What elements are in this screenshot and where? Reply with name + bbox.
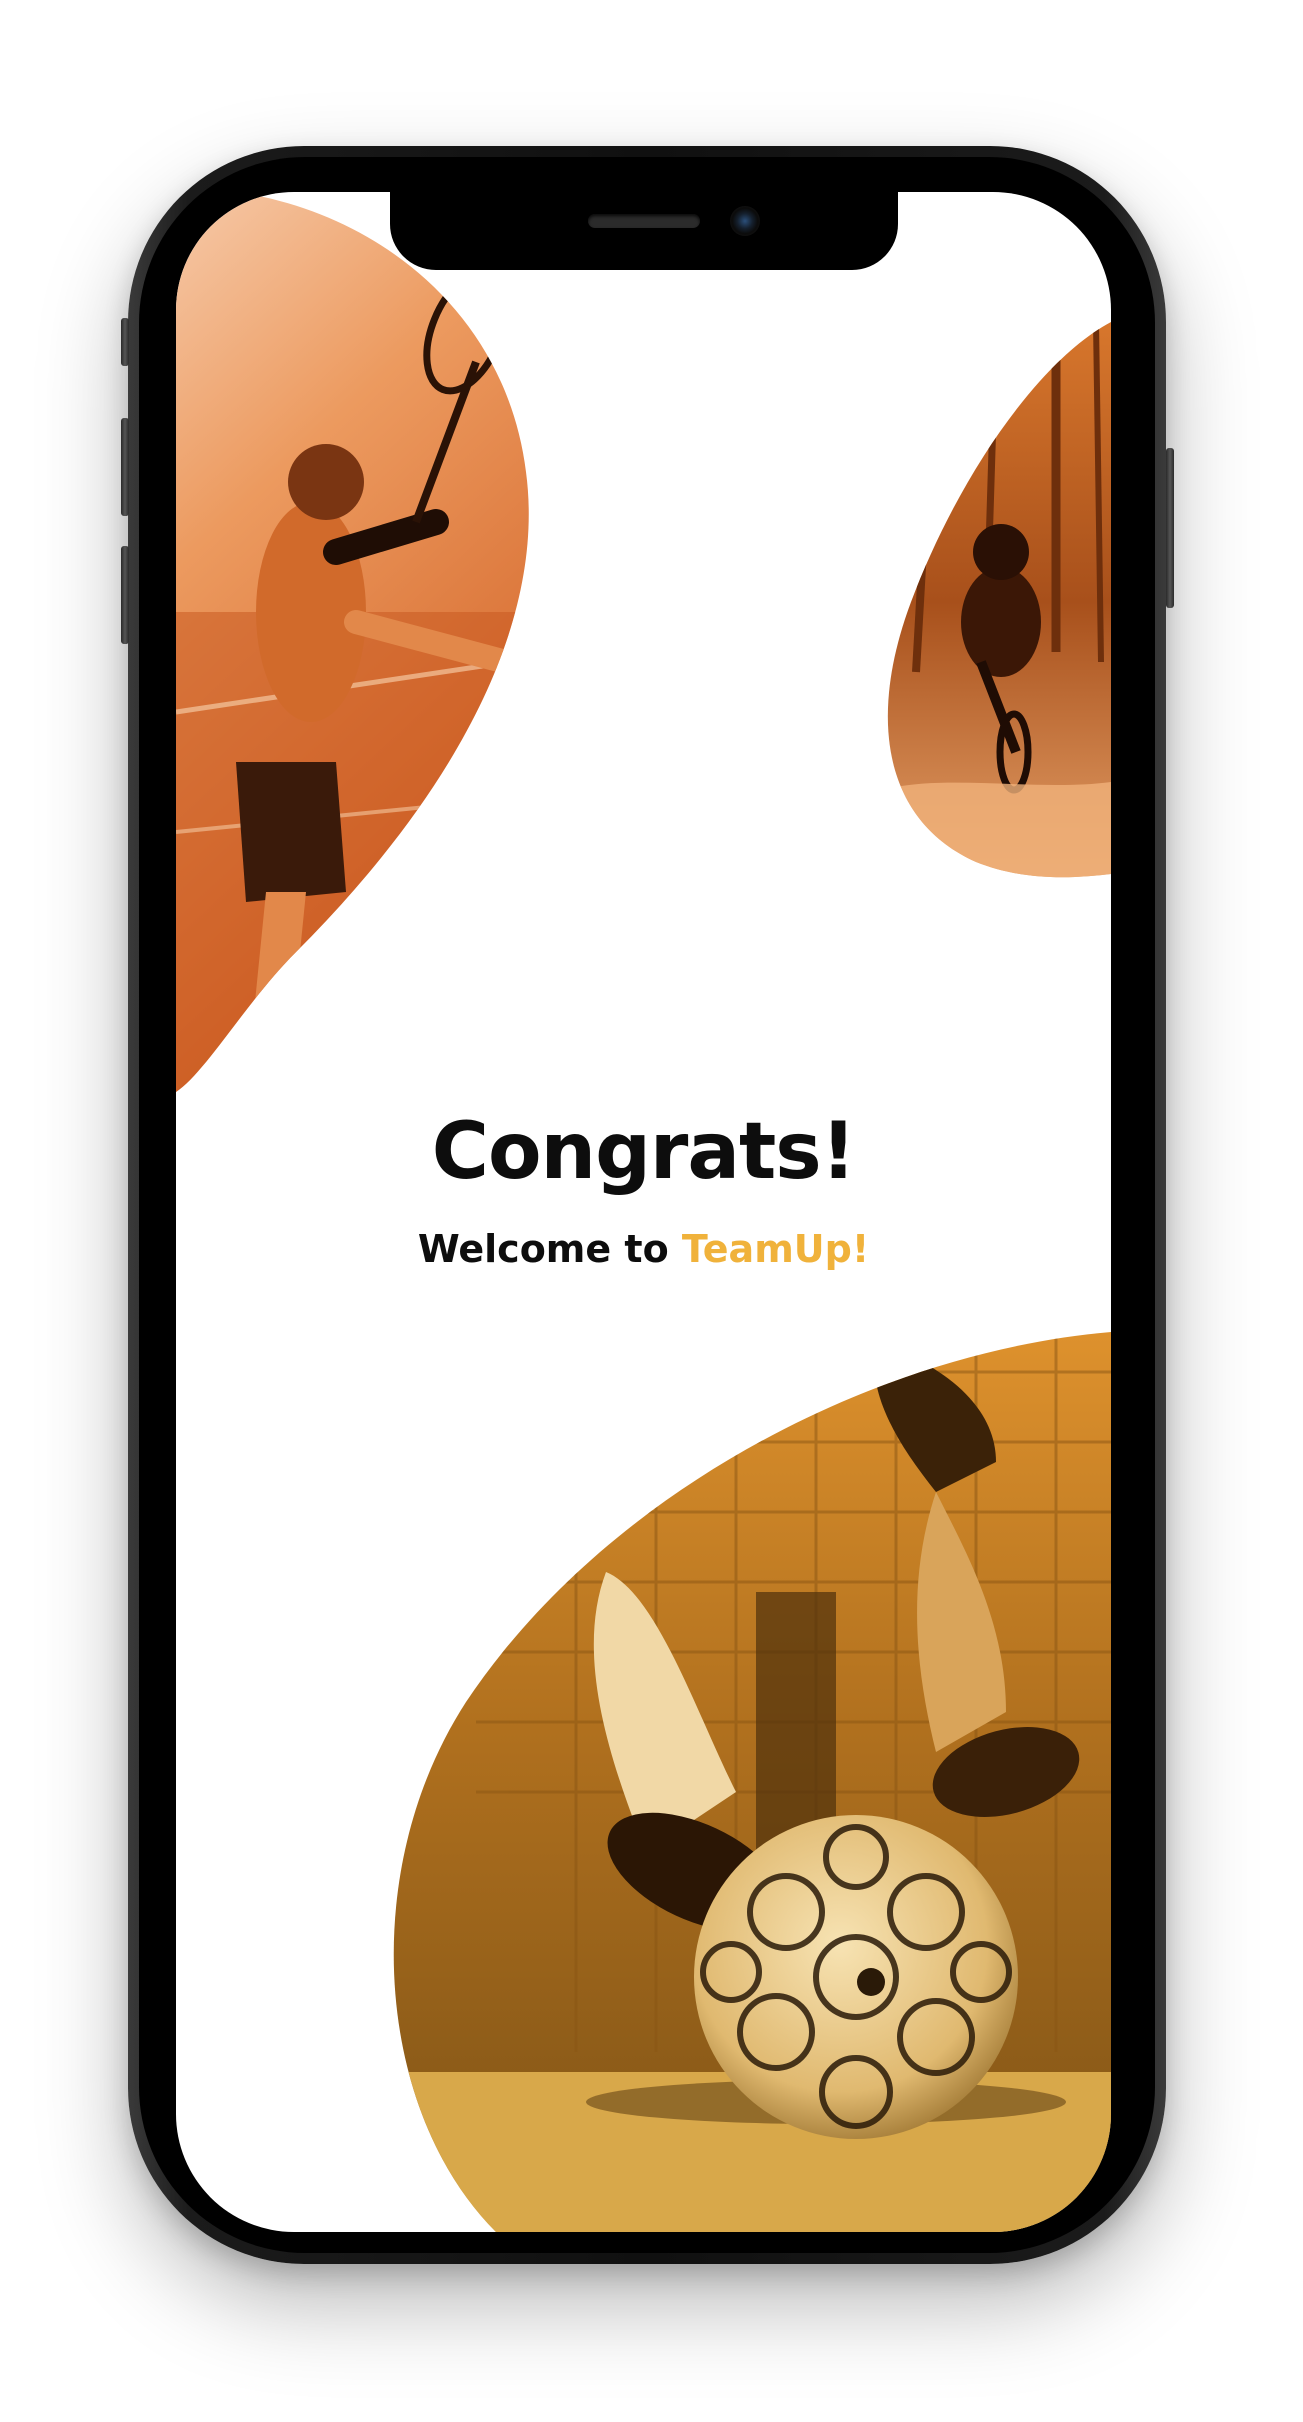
silent-switch — [121, 318, 129, 366]
app-screen: Congrats! Welcome to TeamUp! — [176, 192, 1111, 2232]
tennis-photo — [176, 192, 529, 1092]
welcome-prefix: Welcome to — [417, 1227, 669, 1271]
brand-name: TeamUp! — [681, 1227, 870, 1271]
volume-down-button — [121, 546, 129, 644]
mountain-bike-photo — [887, 322, 1111, 878]
photo-blobs — [176, 192, 1111, 2232]
volume-up-button — [121, 418, 129, 516]
welcome-message: Welcome to TeamUp! — [176, 1227, 1111, 1271]
mockup-scene: Congrats! Welcome to TeamUp! — [0, 0, 1303, 2422]
front-camera-icon — [730, 206, 760, 236]
soccer-photo — [393, 1332, 1111, 2232]
earpiece-speaker — [588, 214, 700, 228]
phone-notch — [390, 192, 898, 270]
power-button — [1166, 448, 1174, 608]
congrats-heading: Congrats! — [431, 1107, 857, 1197]
